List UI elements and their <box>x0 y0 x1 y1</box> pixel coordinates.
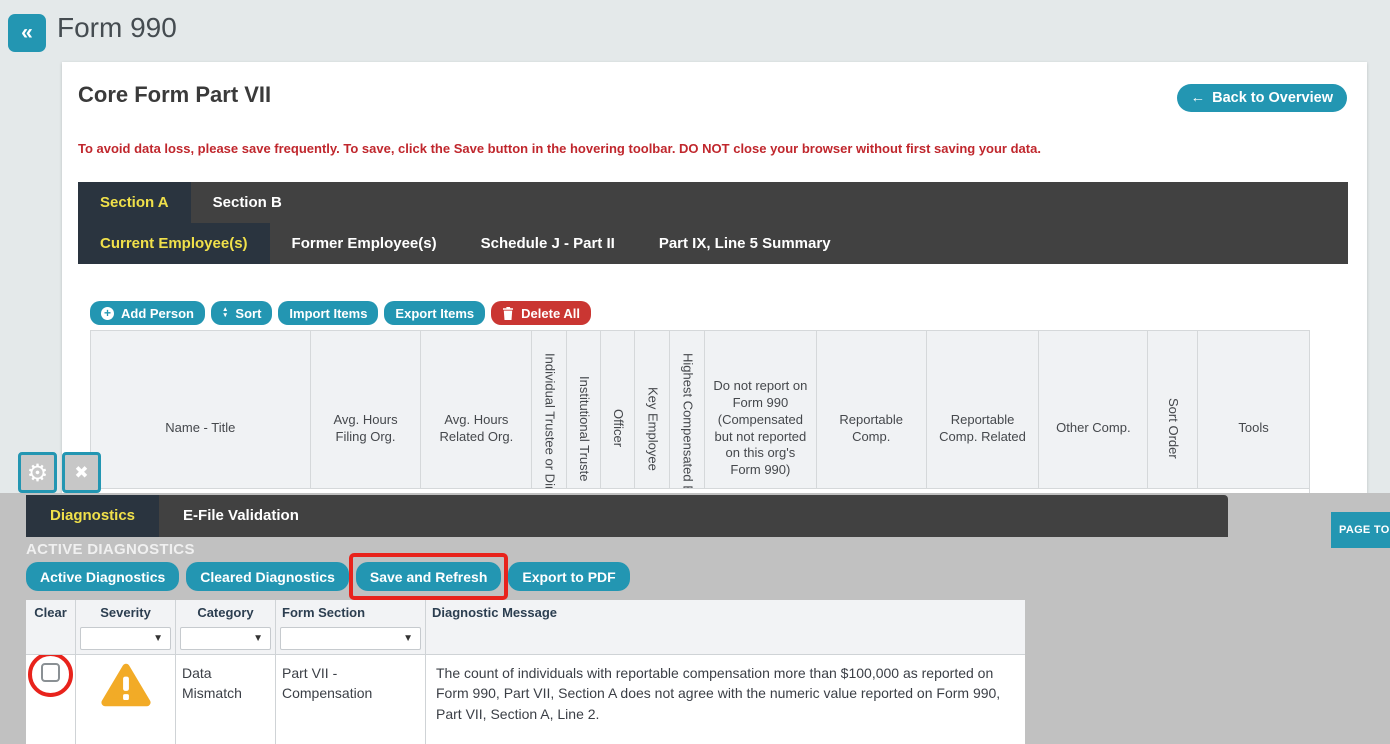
settings-dock-button[interactable]: ⚙ <box>18 452 57 493</box>
column-header-tools[interactable]: Tools <box>1198 331 1309 488</box>
add-person-button[interactable]: + Add Person <box>90 301 205 325</box>
column-header-avg-hours-filing-org[interactable]: Avg. Hours Filing Org. <box>311 331 422 488</box>
double-chevron-left-icon: « <box>21 21 33 45</box>
sort-button[interactable]: ▲▼ Sort <box>211 301 272 325</box>
close-dock-button[interactable]: ✖ <box>62 452 101 493</box>
chevron-down-icon: ▼ <box>253 633 263 644</box>
collapse-sidebar-button[interactable]: « <box>8 14 46 52</box>
tab-diagnostics[interactable]: Diagnostics <box>26 495 159 537</box>
plus-circle-icon: + <box>101 307 114 320</box>
column-header-institutional-trustee[interactable]: Institutional Truste <box>567 331 601 488</box>
column-header-avg-hours-related-org[interactable]: Avg. Hours Related Org. <box>421 331 532 488</box>
back-to-overview-label: Back to Overview <box>1212 90 1333 106</box>
severity-filter-select[interactable]: ▼ <box>80 627 171 650</box>
sort-arrows-icon: ▲▼ <box>222 307 228 319</box>
active-diagnostics-label: Active Diagnostics <box>40 569 165 585</box>
export-items-button[interactable]: Export Items <box>384 301 485 325</box>
save-and-refresh-label: Save and Refresh <box>370 569 488 585</box>
grid-toolbar: + Add Person ▲▼ Sort Import Items Export… <box>90 301 591 325</box>
trash-icon <box>502 307 514 320</box>
section-tabbar: Section A Section B <box>78 182 1348 223</box>
add-person-label: Add Person <box>121 306 194 321</box>
delete-all-button[interactable]: Delete All <box>491 301 591 325</box>
diagnostic-form-section: Part VII - Compensation <box>276 655 426 744</box>
tab-section-b[interactable]: Section B <box>191 182 304 223</box>
chevron-down-icon: ▼ <box>403 633 413 644</box>
card-title: Core Form Part VII <box>78 82 271 108</box>
diagnostics-table: Clear Severity Category Form Section Dia… <box>26 600 1025 744</box>
column-header-diagnostic-message: Diagnostic Message <box>426 600 1025 624</box>
clear-checkbox[interactable] <box>41 663 60 682</box>
import-items-label: Import Items <box>289 306 367 321</box>
form-990-app: « Form 990 Core Form Part VII ← Back to … <box>0 0 1390 744</box>
close-icon: ✖ <box>74 463 88 483</box>
column-header-name-title[interactable]: Name - Title <box>91 331 311 488</box>
arrow-left-icon: ← <box>1191 90 1206 106</box>
save-warning-text: To avoid data loss, please save frequent… <box>78 141 1041 156</box>
form-section-filter-select[interactable]: ▼ <box>280 627 421 650</box>
tab-section-a[interactable]: Section A <box>78 182 191 223</box>
diagnostic-message: The count of individuals with reportable… <box>426 655 1025 744</box>
column-header-severity: Severity <box>76 600 176 624</box>
tab-schedule-j-part-ii[interactable]: Schedule J - Part II <box>459 223 637 264</box>
tab-current-employees[interactable]: Current Employee(s) <box>78 223 270 264</box>
export-to-pdf-button[interactable]: Export to PDF <box>508 562 629 591</box>
page-top-button[interactable]: PAGE TOP <box>1331 512 1390 548</box>
column-header-highest-compensated[interactable]: Highest Compensated Em <box>670 331 705 488</box>
diagnostics-toolbar: Active Diagnostics Cleared Diagnostics S… <box>26 562 630 591</box>
diagnostic-row: Data Mismatch Part VII - Compensation Th… <box>26 655 1025 744</box>
employee-tabbar: Current Employee(s) Former Employee(s) S… <box>78 223 1348 264</box>
diagnostics-filter-row: ▼ ▼ ▼ <box>26 624 1025 655</box>
column-header-individual-trustee[interactable]: Individual Trustee or Direc <box>532 331 567 488</box>
column-header-clear: Clear <box>26 600 76 624</box>
column-header-form-section: Form Section <box>276 600 426 624</box>
category-filter-select[interactable]: ▼ <box>180 627 271 650</box>
diagnostics-table-header: Clear Severity Category Form Section Dia… <box>26 600 1025 624</box>
save-and-refresh-button[interactable]: Save and Refresh <box>356 562 502 591</box>
column-header-do-not-report[interactable]: Do not report on Form 990 (Compensated b… <box>705 331 817 488</box>
page-title: Form 990 <box>57 12 177 44</box>
tab-efile-validation[interactable]: E-File Validation <box>159 495 323 537</box>
tab-former-employees[interactable]: Former Employee(s) <box>270 223 459 264</box>
core-form-card: Core Form Part VII ← Back to Overview To… <box>62 62 1367 502</box>
export-to-pdf-label: Export to PDF <box>522 569 615 585</box>
import-items-button[interactable]: Import Items <box>278 301 378 325</box>
column-header-reportable-comp[interactable]: Reportable Comp. <box>817 331 927 488</box>
diagnostics-tabbar: Diagnostics E-File Validation <box>26 495 1228 537</box>
compensation-table-header: Name - Title Avg. Hours Filing Org. Avg.… <box>91 331 1309 488</box>
cleared-diagnostics-button[interactable]: Cleared Diagnostics <box>186 562 349 591</box>
diagnostic-category: Data Mismatch <box>176 655 276 744</box>
column-header-reportable-comp-related[interactable]: Reportable Comp. Related <box>927 331 1040 488</box>
chevron-down-icon: ▼ <box>153 633 163 644</box>
cleared-diagnostics-label: Cleared Diagnostics <box>200 569 335 585</box>
column-header-key-employee[interactable]: Key Employee <box>635 331 670 488</box>
column-header-officer[interactable]: Officer <box>601 331 635 488</box>
diagnostics-panel: Diagnostics E-File Validation ACTIVE DIA… <box>0 493 1390 744</box>
gear-icon: ⚙ <box>27 459 49 487</box>
column-header-category: Category <box>176 600 276 624</box>
active-diagnostics-button[interactable]: Active Diagnostics <box>26 562 179 591</box>
back-to-overview-button[interactable]: ← Back to Overview <box>1177 84 1347 112</box>
export-items-label: Export Items <box>395 306 474 321</box>
warning-triangle-icon <box>101 663 151 707</box>
active-diagnostics-heading: ACTIVE DIAGNOSTICS <box>26 541 195 558</box>
delete-all-label: Delete All <box>521 306 580 321</box>
compensation-table: Name - Title Avg. Hours Filing Org. Avg.… <box>90 330 1310 498</box>
column-header-other-comp[interactable]: Other Comp. <box>1039 331 1148 488</box>
tab-part-ix-line-5-summary[interactable]: Part IX, Line 5 Summary <box>637 223 853 264</box>
sort-label: Sort <box>235 306 261 321</box>
column-header-sort-order[interactable]: Sort Order <box>1148 331 1198 488</box>
